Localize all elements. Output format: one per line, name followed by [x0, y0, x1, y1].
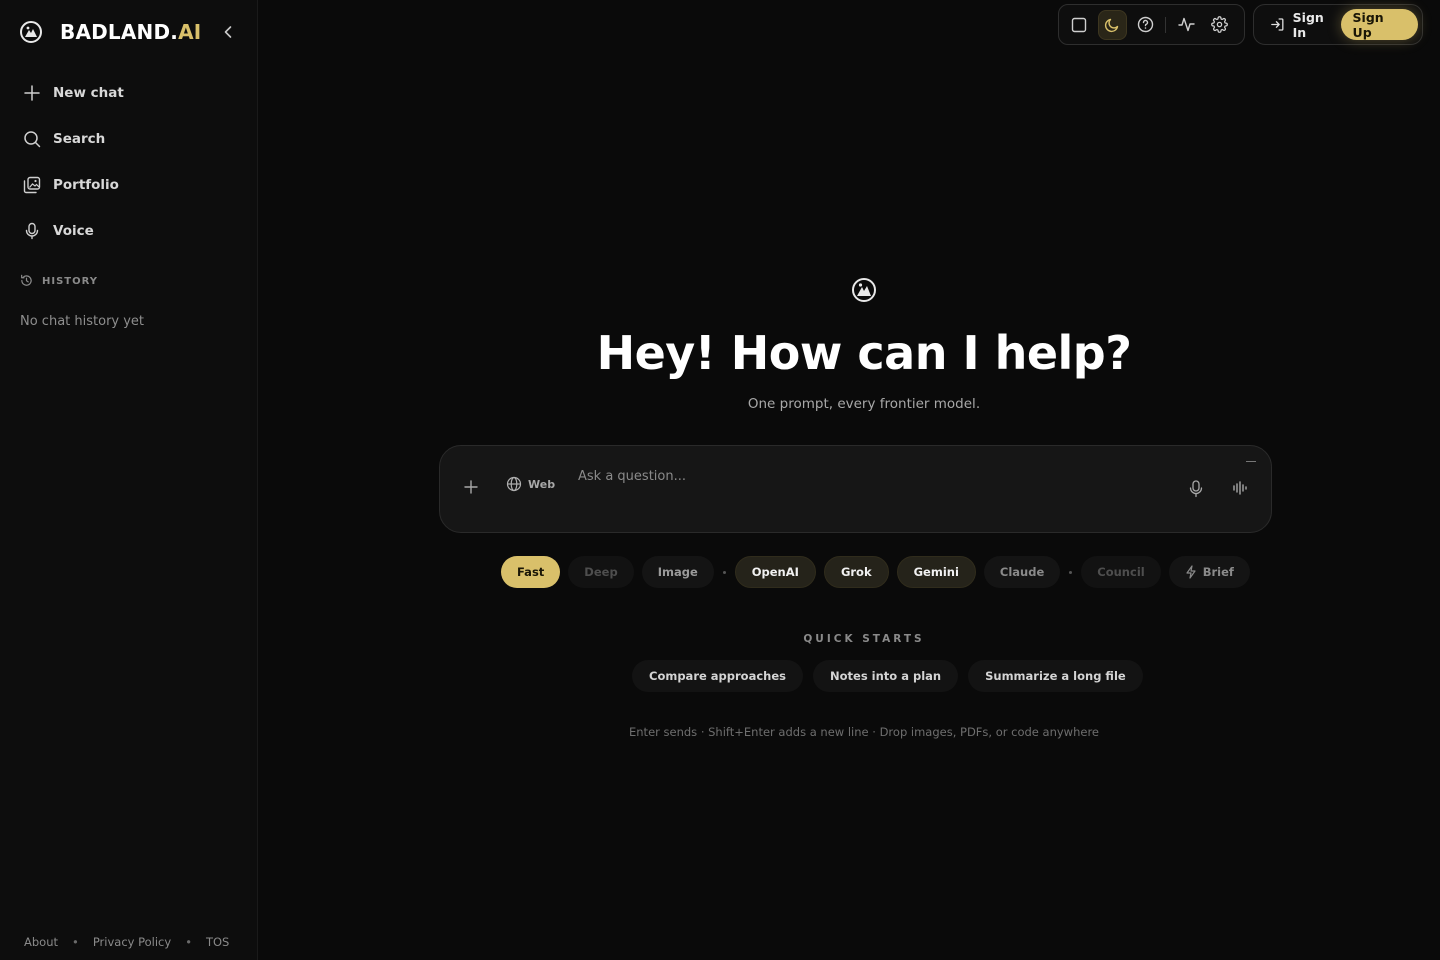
mode-council[interactable]: Council: [1081, 556, 1161, 588]
sidebar-item-search[interactable]: Search: [12, 120, 246, 158]
footer-separator: •: [185, 935, 192, 949]
history-icon: [20, 272, 33, 291]
quick-starts-heading: QUICK STARTS: [803, 633, 925, 645]
brand-name: BADLAND.AI: [60, 20, 201, 44]
web-label: Web: [528, 477, 556, 491]
layout-toggle-button[interactable]: [1065, 10, 1094, 40]
footer-links: About • Privacy Policy • TOS: [24, 935, 229, 949]
prompt-input[interactable]: [578, 464, 1158, 488]
collapse-sidebar-button[interactable]: [218, 20, 238, 44]
tos-link[interactable]: TOS: [206, 935, 229, 949]
toolbar-divider: [1165, 16, 1167, 33]
quick-start-compare[interactable]: Compare approaches: [632, 660, 803, 692]
prompt-box: Web: [439, 445, 1272, 533]
mode-brief-label: Brief: [1202, 565, 1234, 579]
history-label: HISTORY: [42, 276, 99, 287]
mode-chips: Fast Deep Image OpenAI Grok Gemini Claud…: [501, 556, 1258, 588]
help-icon: [1137, 16, 1153, 33]
mode-deep[interactable]: Deep: [568, 556, 634, 588]
quick-start-summarize[interactable]: Summarize a long file: [968, 660, 1143, 692]
about-link[interactable]: About: [24, 935, 58, 949]
sidebar-item-voice[interactable]: Voice: [12, 212, 246, 250]
chip-separator: [722, 570, 726, 574]
brand-name-accent: AI: [178, 20, 202, 44]
sidebar-item-label: Search: [53, 131, 106, 147]
search-icon: [22, 129, 42, 149]
sidebar-nav: New chat Search Portfolio Voice: [12, 74, 246, 258]
mode-image[interactable]: Image: [641, 556, 714, 588]
brand-name-main: BADLAND.: [60, 20, 179, 44]
privacy-policy-link[interactable]: Privacy Policy: [93, 935, 171, 949]
globe-icon: [506, 476, 522, 492]
plus-icon: [464, 480, 478, 494]
audio-wave-icon: [1233, 481, 1247, 495]
sidebar-item-label: Portfolio: [53, 177, 119, 193]
top-toolbar: [1058, 4, 1245, 45]
sidebar: BADLAND.AI New chat Search Portfolio Voi…: [0, 0, 258, 960]
sidebar-item-label: New chat: [53, 85, 124, 101]
chip-separator: [1069, 570, 1073, 574]
model-claude[interactable]: Claude: [983, 556, 1061, 588]
minimize-button[interactable]: [1245, 459, 1257, 465]
badland-logo-icon: [20, 21, 42, 43]
activity-icon: [1178, 17, 1196, 32]
brand[interactable]: BADLAND.AI: [20, 18, 201, 46]
sign-in-label: Sign In: [1292, 9, 1324, 40]
hero-subtitle: One prompt, every frontier model.: [747, 396, 981, 412]
activity-button[interactable]: [1172, 10, 1201, 40]
moon-icon: [1105, 18, 1119, 32]
sign-in-icon: [1271, 18, 1284, 31]
attach-button[interactable]: [461, 477, 481, 497]
help-button[interactable]: [1131, 10, 1160, 40]
settings-button[interactable]: [1205, 10, 1234, 40]
mode-brief[interactable]: Brief: [1168, 556, 1250, 588]
square-icon: [1072, 17, 1087, 32]
sign-up-button[interactable]: Sign Up: [1340, 9, 1418, 40]
hero-title: Hey! How can I help?: [596, 326, 1132, 380]
model-gemini[interactable]: Gemini: [896, 556, 976, 588]
mode-fast[interactable]: Fast: [501, 556, 561, 588]
microphone-icon: [1189, 480, 1203, 498]
lightning-icon: [1185, 565, 1197, 579]
history-header: HISTORY: [20, 272, 98, 291]
image-gallery-icon: [22, 175, 42, 195]
auth-group: Sign In Sign Up: [1253, 4, 1423, 45]
model-grok[interactable]: Grok: [823, 556, 889, 588]
input-hint: Enter sends · Shift+Enter adds a new lin…: [629, 725, 1099, 739]
sidebar-item-label: Voice: [53, 223, 94, 239]
footer-separator: •: [72, 935, 79, 949]
sidebar-item-portfolio[interactable]: Portfolio: [12, 166, 246, 204]
microphone-icon: [22, 221, 42, 241]
voice-mode-button[interactable]: [1232, 480, 1248, 500]
voice-input-button[interactable]: [1189, 480, 1203, 502]
badland-logo-icon: [852, 278, 876, 302]
web-search-toggle[interactable]: Web: [506, 476, 555, 492]
model-openai[interactable]: OpenAI: [734, 556, 816, 588]
sign-in-button[interactable]: Sign In: [1270, 10, 1341, 40]
theme-toggle-button[interactable]: [1097, 9, 1127, 40]
gear-icon: [1211, 16, 1228, 33]
plus-icon: [22, 83, 42, 103]
quick-start-notes-plan[interactable]: Notes into a plan: [813, 660, 959, 692]
quick-starts-row: Compare approaches Notes into a plan Sum…: [632, 660, 1153, 692]
chevron-left-icon: [224, 26, 232, 38]
sidebar-item-new-chat[interactable]: New chat: [12, 74, 246, 112]
